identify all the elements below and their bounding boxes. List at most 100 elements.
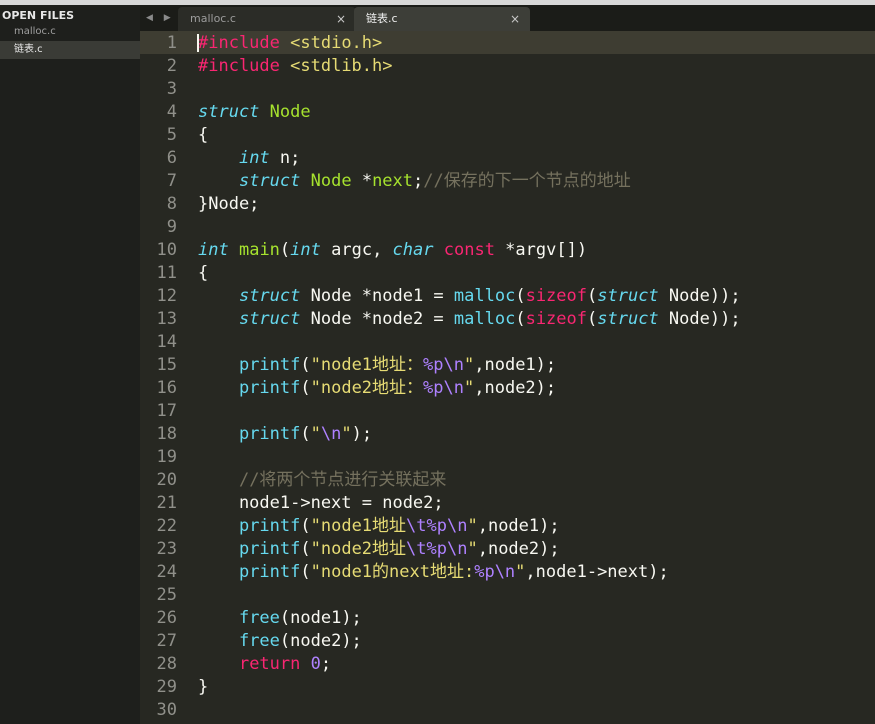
code-line: 19 — [140, 446, 875, 469]
code-token: ; — [413, 171, 424, 191]
code-text: struct Node *node1 = malloc(sizeof(struc… — [198, 285, 741, 308]
code-token: const — [443, 240, 495, 260]
tab-linked-list[interactable]: 链表.c × — [354, 7, 530, 31]
code-text: } — [198, 676, 208, 699]
code-token: int — [238, 148, 270, 168]
code-token: ( — [587, 309, 598, 329]
code-token: printf — [238, 516, 301, 536]
code-line: 7 struct Node *next;//保存的下一个节点的地址 — [140, 170, 875, 193]
code-token: ( — [515, 286, 526, 306]
code-line: 6 int n; — [140, 147, 875, 170]
close-icon[interactable]: × — [336, 7, 346, 31]
tab-label: malloc.c — [190, 12, 236, 25]
code-token: { — [198, 263, 209, 283]
line-number: 24 — [156, 562, 177, 582]
code-line: 21 node1->next = node2; — [140, 492, 875, 515]
code-token: (node1); — [279, 608, 362, 628]
code-token: ( — [300, 516, 311, 536]
code-line: 29} — [140, 676, 875, 699]
code-line: 22 printf("node1地址\t%p\n",node1); — [140, 515, 875, 538]
code-line: 16 printf("node2地址：%p\n",node2); — [140, 377, 875, 400]
code-editor[interactable]: 1 #include <stdio.h> 2 #include <stdlib.h> 3… — [140, 31, 875, 724]
code-token: printf — [238, 562, 301, 582]
line-number: 5 — [166, 125, 177, 145]
line-number: 11 — [156, 263, 177, 283]
text-cursor — [197, 34, 199, 52]
code-token: ( — [300, 539, 311, 559]
code-line: 24 printf("node1的next地址:%p\n",node1->nex… — [140, 561, 875, 584]
code-text: #include <stdio.h> — [198, 32, 382, 55]
code-token: #include — [198, 33, 280, 53]
tab-nav-arrows-icon[interactable]: ◀ ▶ — [146, 5, 175, 31]
code-token: char — [392, 240, 434, 260]
code-token: <stdio.h> — [290, 33, 383, 53]
line-number: 12 — [156, 286, 177, 306]
code-token: Node)); — [658, 309, 741, 329]
code-token: " — [515, 562, 526, 582]
code-text: printf("node1的next地址:%p\n",node1->next); — [198, 561, 669, 584]
line-number: 30 — [156, 700, 177, 720]
code-line: 1 #include <stdio.h> — [140, 32, 875, 55]
code-token: ( — [300, 562, 311, 582]
code-token: int — [198, 240, 229, 260]
line-number: 22 — [156, 516, 177, 536]
line-number: 6 — [166, 148, 177, 168]
code-token: struct — [238, 286, 301, 306]
code-token: }Node; — [198, 194, 260, 214]
code-token: ( — [300, 424, 311, 444]
code-text: printf("node2地址\t%p\n",node2); — [198, 538, 560, 561]
code-token: struct — [198, 102, 260, 122]
sidebar-item-malloc[interactable]: malloc.c — [0, 23, 140, 41]
code-token: (node2); — [279, 631, 362, 651]
code-token: * — [351, 171, 373, 191]
line-number: 21 — [156, 493, 177, 513]
code-token: malloc — [453, 309, 516, 329]
line-number: 2 — [166, 56, 177, 76]
code-token: Node)); — [658, 286, 741, 306]
code-token: node1->next = node2; — [198, 493, 444, 513]
close-icon[interactable]: × — [510, 7, 520, 31]
line-number: 15 — [156, 355, 177, 375]
code-token: \n — [320, 424, 342, 444]
code-text: struct Node — [198, 101, 311, 124]
line-number: 29 — [156, 677, 177, 697]
code-token: "node1地址： — [310, 355, 424, 375]
tab-malloc[interactable]: malloc.c × — [178, 7, 356, 31]
code-token: Node — [269, 102, 311, 122]
code-line: 3 — [140, 78, 875, 101]
line-number: 23 — [156, 539, 177, 559]
code-token: struct — [597, 286, 659, 306]
code-text: node1->next = node2; — [198, 492, 444, 515]
code-text: #include <stdlib.h> — [198, 55, 393, 78]
line-number: 17 — [156, 401, 177, 421]
line-number: 13 — [156, 309, 177, 329]
line-number: 28 — [156, 654, 177, 674]
line-number: 3 — [166, 79, 177, 99]
code-line: 26 free(node1); — [140, 607, 875, 630]
code-token: free — [238, 608, 280, 628]
line-number: 10 — [156, 240, 177, 260]
code-text: printf("\n"); — [198, 423, 372, 446]
code-token: *argv[]) — [494, 240, 588, 260]
code-text: printf("node2地址：%p\n",node2); — [198, 377, 556, 400]
sidebar-item-linked-list[interactable]: 链表.c — [0, 41, 140, 59]
code-token: "node2地址 — [310, 539, 407, 559]
code-line: 25 — [140, 584, 875, 607]
code-token: free — [238, 631, 280, 651]
code-line: 28 return 0; — [140, 653, 875, 676]
code-token: ,node2); — [474, 378, 557, 398]
code-token: ); — [351, 424, 373, 444]
tab-bar: ◀ ▶ malloc.c × 链表.c × — [140, 5, 875, 31]
code-text: }Node; — [198, 193, 259, 216]
line-number: 16 — [156, 378, 177, 398]
code-token: struct — [238, 171, 301, 191]
